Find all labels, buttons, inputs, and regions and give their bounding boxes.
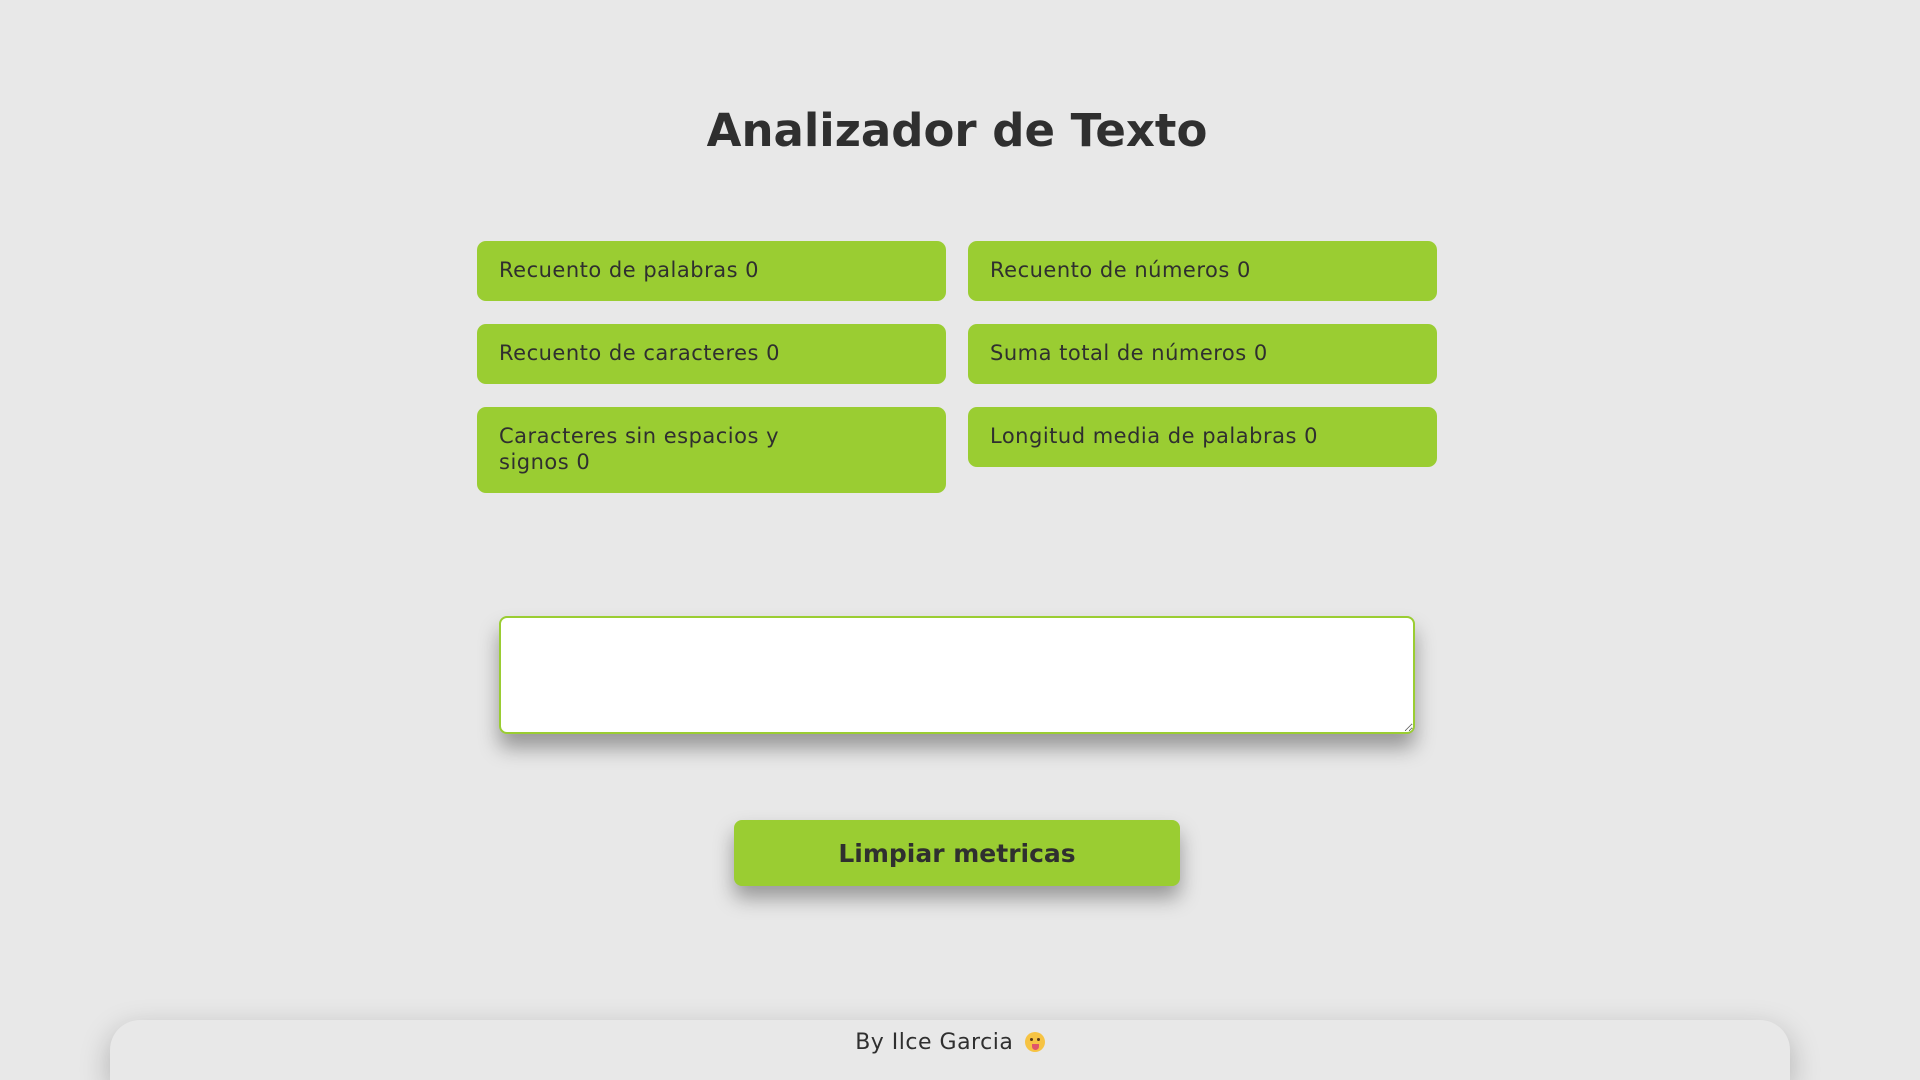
metric-number-count-label: Recuento de números 0 xyxy=(990,258,1251,282)
metric-character-count: Recuento de caracteres 0 xyxy=(477,324,946,384)
metric-chars-no-spaces: Caracteres sin espacios y signos 0 xyxy=(477,407,946,493)
metric-character-count-label: Recuento de caracteres 0 xyxy=(499,341,781,365)
tongue-out-face-icon xyxy=(1024,1032,1045,1052)
metric-avg-word-length: Longitud media de palabras 0 xyxy=(968,407,1437,467)
metric-chars-no-spaces-label: Caracteres sin espacios y signos 0 xyxy=(499,424,780,474)
clear-metrics-button[interactable]: Limpiar metricas xyxy=(734,820,1180,886)
metric-number-count: Recuento de números 0 xyxy=(968,241,1437,301)
page-title: Analizador de Texto xyxy=(706,104,1208,157)
metric-numbers-sum: Suma total de números 0 xyxy=(968,324,1437,384)
metric-word-count-label: Recuento de palabras 0 xyxy=(499,258,760,282)
metric-avg-word-length-label: Longitud media de palabras 0 xyxy=(990,424,1318,448)
metric-numbers-sum-label: Suma total de números 0 xyxy=(990,341,1268,365)
footer-credit: By Ilce Garcia xyxy=(855,1030,1014,1055)
footer-text-wrap: By Ilce Garcia xyxy=(110,1020,1790,1055)
metrics-grid: Recuento de palabras 0 Recuento de númer… xyxy=(477,241,1437,493)
footer: By Ilce Garcia xyxy=(110,1020,1790,1080)
page: Analizador de Texto Recuento de palabras… xyxy=(0,0,1920,1080)
metric-word-count: Recuento de palabras 0 xyxy=(477,241,946,301)
text-input[interactable] xyxy=(499,616,1415,734)
